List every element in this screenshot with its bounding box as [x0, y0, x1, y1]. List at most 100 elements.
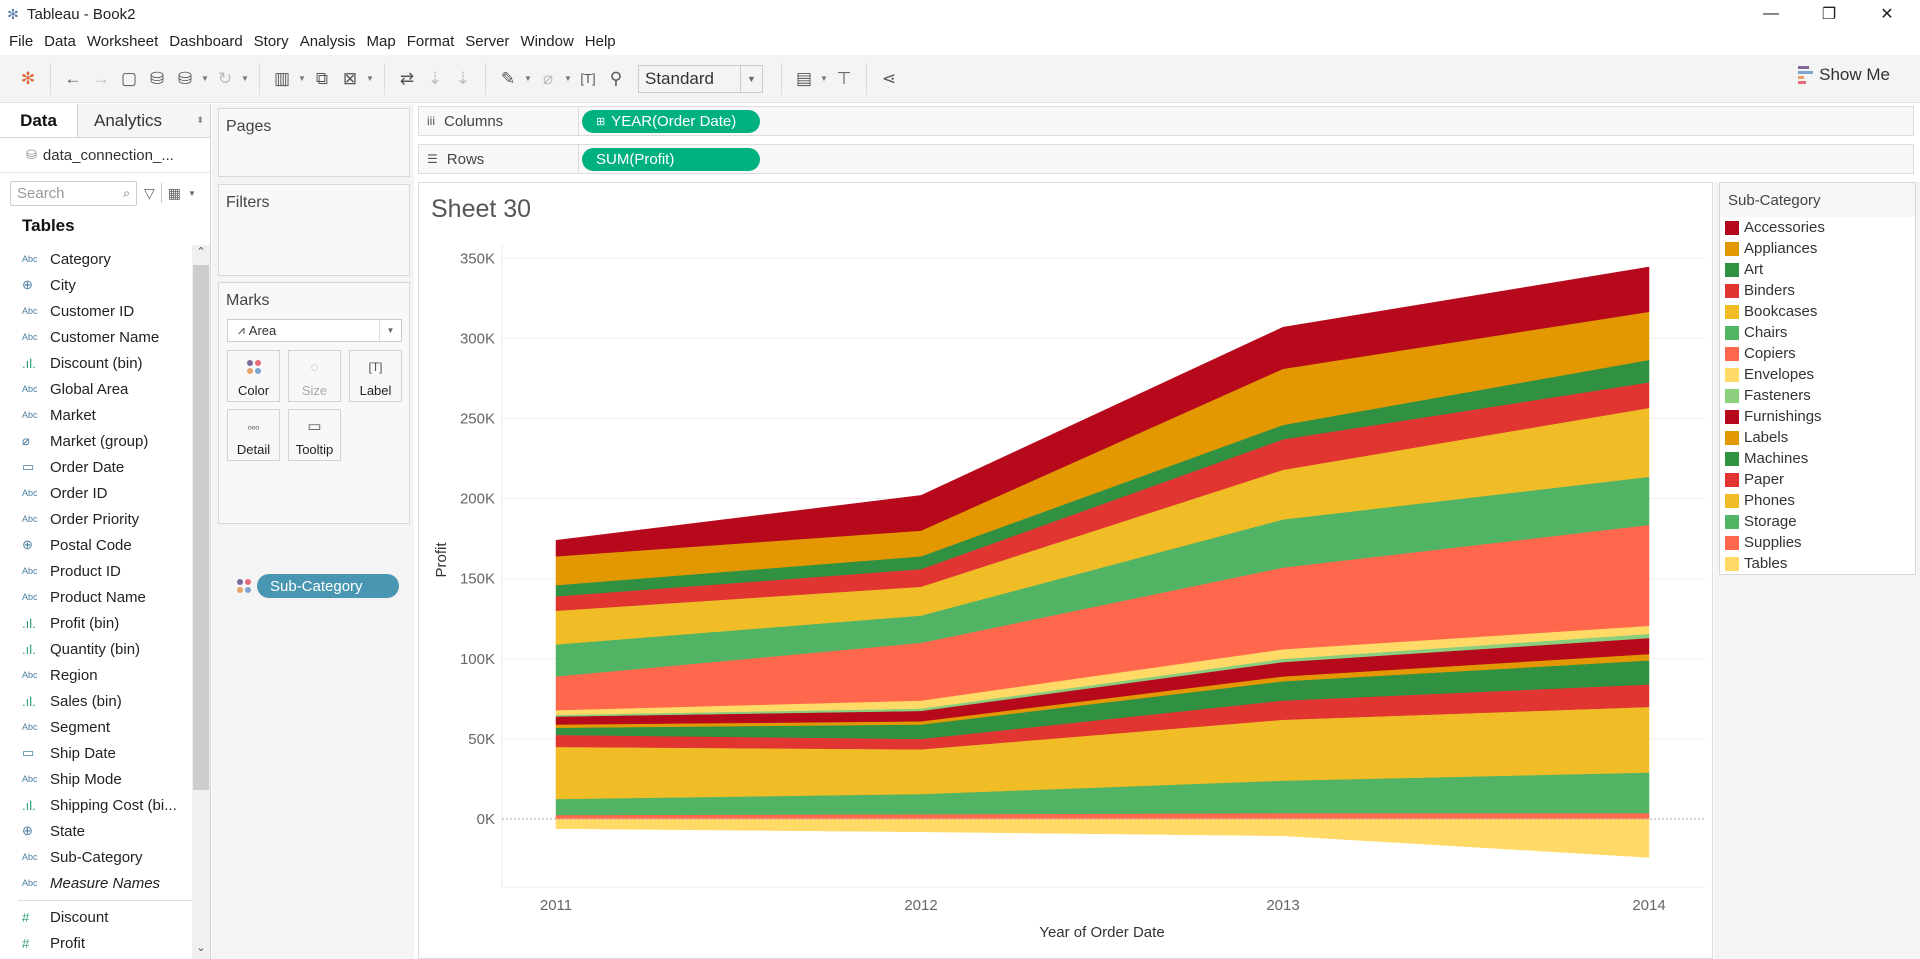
refresh-dropdown-icon[interactable]: ▼ [239, 74, 251, 83]
fix-axes-pin-icon[interactable]: ⚲ [602, 65, 630, 93]
legend-item[interactable]: Copiers [1720, 343, 1915, 364]
menu-analysis[interactable]: Analysis [295, 33, 362, 50]
field-item[interactable]: Abc Customer ID [0, 298, 192, 324]
data-connection[interactable]: ⛁ data_connection_... [0, 138, 210, 173]
field-item[interactable]: Abc Product ID [0, 558, 192, 584]
swap-rows-columns-icon[interactable]: ⇄ [393, 65, 421, 93]
menu-story[interactable]: Story [249, 33, 295, 50]
label-button[interactable]: [T] Label [349, 350, 402, 402]
show-me-button[interactable]: Show Me [1798, 65, 1890, 85]
legend-item[interactable]: Accessories [1720, 217, 1915, 238]
legend-item[interactable]: Appliances [1720, 238, 1915, 259]
scroll-up-icon[interactable]: ⌃ [192, 245, 210, 263]
save-icon[interactable]: ▢ [115, 65, 143, 93]
field-item[interactable]: # Discount [0, 904, 192, 930]
search-input[interactable]: Search ⌕ [10, 180, 137, 206]
filter-icon[interactable]: ▽ [144, 185, 155, 202]
field-item[interactable]: ⊕ State [0, 818, 192, 844]
minimize-pane-icon[interactable]: ⬍ [196, 115, 204, 126]
legend-item[interactable]: Bookcases [1720, 301, 1915, 322]
legend-item[interactable]: Labels [1720, 427, 1915, 448]
legend-item[interactable]: Fasteners [1720, 385, 1915, 406]
columns-shelf[interactable]: iii Columns ⊞ YEAR(Order Date) [418, 106, 1914, 136]
field-item[interactable]: Abc Product Name [0, 584, 192, 610]
mark-type-select[interactable]: ⩘ Area ▼ [227, 319, 402, 342]
legend-item[interactable]: Phones [1720, 490, 1915, 511]
filters-card[interactable]: Filters [218, 184, 410, 276]
field-item[interactable]: .ıl. Discount (bin) [0, 350, 192, 376]
color-button[interactable]: Color [227, 350, 280, 402]
menu-data[interactable]: Data [39, 33, 82, 50]
field-item[interactable]: Abc Segment [0, 714, 192, 740]
show-mark-labels-icon[interactable]: [T] [574, 65, 602, 93]
legend-item[interactable]: Envelopes [1720, 364, 1915, 385]
field-list-scrollbar[interactable]: ⌃ ⌄ [192, 245, 210, 959]
field-item[interactable]: ⊕ Postal Code [0, 532, 192, 558]
fit-view-select[interactable]: Standard ▼ [638, 64, 763, 93]
sort-descending-icon[interactable]: ⇣ [449, 65, 477, 93]
minimize-button[interactable]: — [1742, 0, 1800, 28]
field-item[interactable]: Abc Customer Name [0, 324, 192, 350]
field-item[interactable]: .ıl. Shipping Cost (bi... [0, 792, 192, 818]
field-item[interactable]: Abc Order Priority [0, 506, 192, 532]
legend-item[interactable]: Storage [1720, 511, 1915, 532]
scroll-down-icon[interactable]: ⌄ [192, 941, 210, 959]
field-item[interactable]: Abc Market [0, 402, 192, 428]
refresh-icon[interactable]: ↻ [211, 65, 239, 93]
presentation-mode-icon[interactable]: ⊤ [830, 65, 858, 93]
menu-map[interactable]: Map [362, 33, 402, 50]
menu-help[interactable]: Help [580, 33, 622, 50]
field-item[interactable]: ⌀ Market (group) [0, 428, 192, 454]
pause-updates-icon[interactable]: ⛁ [171, 65, 199, 93]
share-icon[interactable]: ⋖ [875, 65, 903, 93]
pause-updates-dropdown-icon[interactable]: ▼ [199, 74, 211, 83]
legend-item[interactable]: Art [1720, 259, 1915, 280]
clear-sheet-dropdown-icon[interactable]: ▼ [364, 74, 376, 83]
scrollbar-thumb[interactable] [193, 265, 209, 790]
field-item[interactable]: Abc Sub-Category [0, 844, 192, 870]
size-button[interactable]: ○ Size [288, 350, 341, 402]
menu-worksheet[interactable]: Worksheet [82, 33, 164, 50]
legend-item[interactable]: Tables [1720, 553, 1915, 574]
legend-item[interactable]: Supplies [1720, 532, 1915, 553]
field-item[interactable]: Abc Category [0, 246, 192, 272]
field-item[interactable]: Abc Order ID [0, 480, 192, 506]
field-item[interactable]: Abc Ship Mode [0, 766, 192, 792]
group-members-icon[interactable]: ⌀ [534, 65, 562, 93]
field-item[interactable]: .ıl. Profit (bin) [0, 610, 192, 636]
close-button[interactable]: ✕ [1858, 0, 1916, 28]
field-item[interactable]: Abc Region [0, 662, 192, 688]
legend-item[interactable]: Furnishings [1720, 406, 1915, 427]
chevron-down-icon[interactable]: ▼ [188, 189, 196, 198]
undo-icon[interactable]: ← [59, 65, 87, 93]
new-data-source-icon[interactable]: ⛁ [143, 65, 171, 93]
field-item[interactable]: ▭ Ship Date [0, 740, 192, 766]
field-item[interactable]: Abc Global Area [0, 376, 192, 402]
field-item[interactable]: ⊕ City [0, 272, 192, 298]
sum-profit-pill[interactable]: SUM(Profit) [582, 147, 760, 171]
show-hide-cards-dropdown-icon[interactable]: ▼ [818, 74, 830, 83]
expand-icon[interactable]: ⊞ [596, 115, 605, 128]
year-order-date-pill[interactable]: ⊞ YEAR(Order Date) [582, 109, 760, 133]
legend-item[interactable]: Binders [1720, 280, 1915, 301]
detail-button[interactable]: ₒₒₒ Detail [227, 409, 280, 461]
menu-window[interactable]: Window [515, 33, 579, 50]
duplicate-sheet-icon[interactable]: ⧉ [308, 65, 336, 93]
highlight-dropdown-icon[interactable]: ▼ [522, 74, 534, 83]
show-hide-cards-icon[interactable]: ▤ [790, 65, 818, 93]
highlight-icon[interactable]: ✎ [494, 65, 522, 93]
clear-sheet-icon[interactable]: ⊠ [336, 65, 364, 93]
pages-card[interactable]: Pages [218, 108, 410, 177]
rows-shelf[interactable]: ☰ Rows SUM(Profit) [418, 144, 1914, 174]
legend-item[interactable]: Machines [1720, 448, 1915, 469]
sub-category-color-pill[interactable]: Sub-Category [257, 574, 399, 598]
field-item[interactable]: Abc Measure Names [0, 870, 192, 896]
field-item[interactable]: ▭ Order Date [0, 454, 192, 480]
field-item[interactable]: .ıl. Sales (bin) [0, 688, 192, 714]
tab-analytics[interactable]: Analytics ⬍ [77, 104, 210, 137]
menu-dashboard[interactable]: Dashboard [164, 33, 248, 50]
restore-button[interactable]: ❐ [1800, 0, 1858, 28]
tooltip-button[interactable]: ▭ Tooltip [288, 409, 341, 461]
tableau-logo-icon[interactable]: ✻ [14, 65, 42, 93]
tab-data[interactable]: Data [0, 104, 77, 137]
